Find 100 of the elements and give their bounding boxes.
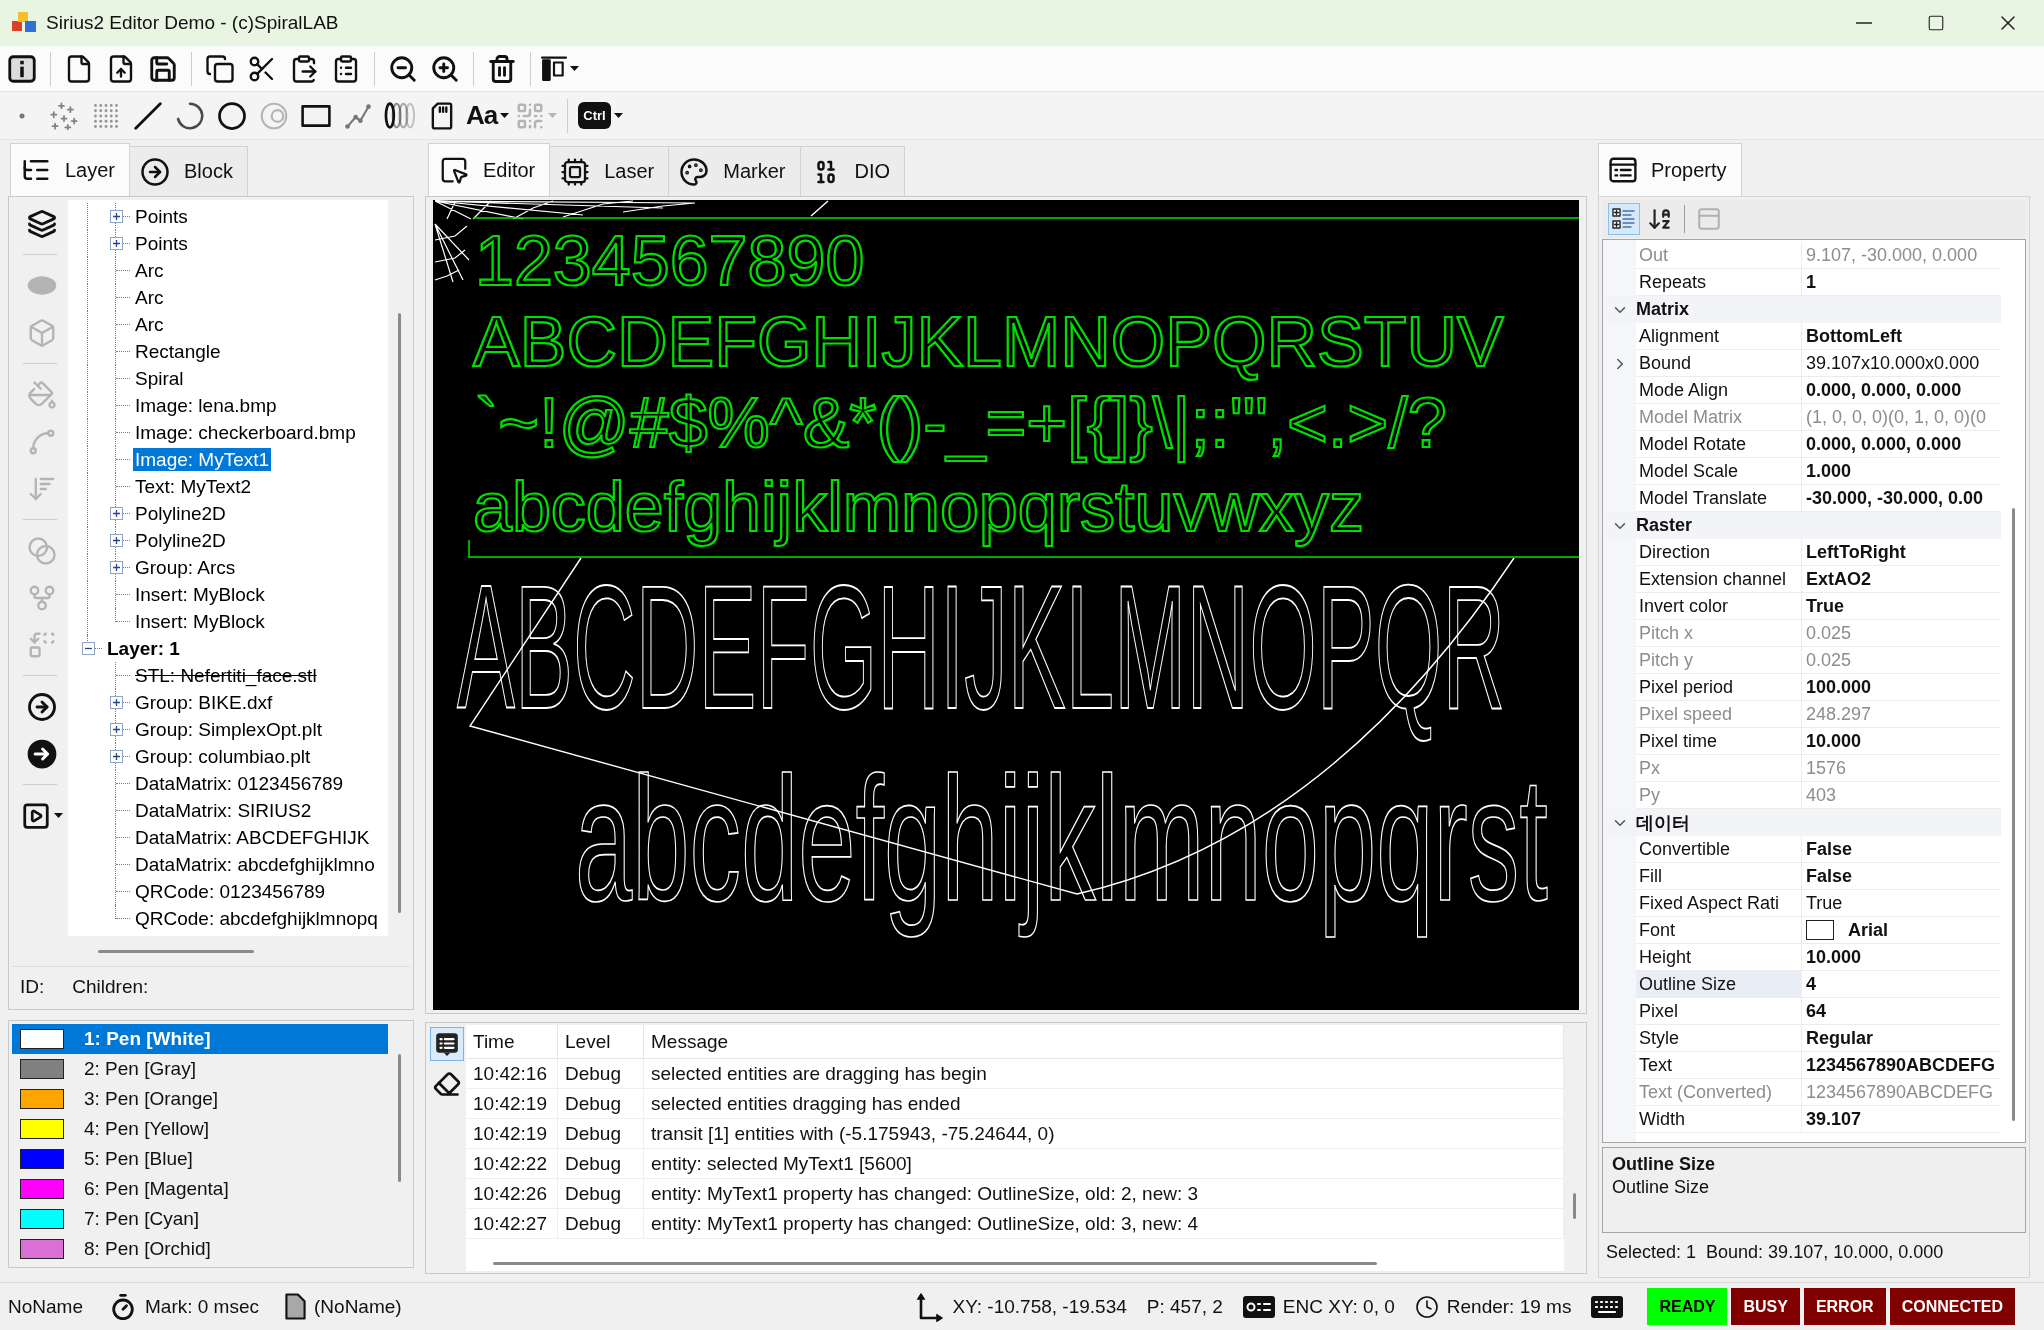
pen-list-item[interactable]: 7: Pen [Cyan] xyxy=(12,1204,388,1234)
property-value[interactable]: True xyxy=(1806,892,1843,914)
tree-item[interactable]: Points xyxy=(133,205,190,228)
tree-item[interactable]: Points xyxy=(133,232,190,255)
property-value[interactable]: -30.000, -30.000, 0.00 xyxy=(1806,487,1984,509)
property-value[interactable]: Arial xyxy=(1848,919,1889,941)
property-name: Text xyxy=(1636,1052,1802,1079)
categorized-view-button[interactable] xyxy=(1608,203,1640,235)
expand-icon[interactable] xyxy=(109,750,123,763)
expand-icon[interactable] xyxy=(109,507,123,520)
pen-list-item[interactable]: 2: Pen [Gray] xyxy=(12,1054,388,1084)
tree-item[interactable]: DataMatrix: abcdefghijklmno xyxy=(133,853,377,876)
axes-icon xyxy=(916,1291,945,1322)
tab[interactable]: Block xyxy=(129,146,248,196)
tree-item[interactable]: Group: Arcs xyxy=(133,556,238,579)
tab[interactable]: Editor xyxy=(428,143,551,196)
scrollbar-thumb[interactable] xyxy=(397,313,401,913)
property-value[interactable]: LeftToRight xyxy=(1806,541,1906,563)
tab[interactable]: Property xyxy=(1598,143,1742,196)
expand-icon[interactable] xyxy=(109,696,123,709)
pen-list-item[interactable]: 6: Pen [Magenta] xyxy=(12,1174,388,1204)
log-list-button[interactable] xyxy=(430,1027,464,1061)
property-value[interactable]: 4 xyxy=(1806,973,1816,995)
tree-item[interactable]: Group: columbiao.plt xyxy=(133,745,313,768)
column-header[interactable]: Time xyxy=(466,1025,558,1059)
table-cell: 10:42:26 xyxy=(466,1179,558,1209)
tree-item[interactable]: DataMatrix: ABCDEFGHIJK xyxy=(133,826,372,849)
property-value[interactable]: 39.107 xyxy=(1806,1108,1862,1130)
tree-item[interactable]: Polyline2D xyxy=(133,502,228,525)
clock-icon xyxy=(1414,1294,1439,1319)
ellipse-icon xyxy=(25,274,58,297)
pen-list-item[interactable]: 5: Pen [Blue] xyxy=(12,1144,388,1174)
property-value[interactable]: 0.000, 0.000, 0.000 xyxy=(1806,379,1962,401)
scrollbar-thumb[interactable] xyxy=(1572,1193,1576,1219)
property-name: Alignment xyxy=(1636,323,1802,350)
scrollbar-thumb[interactable] xyxy=(397,1054,401,1182)
property-value[interactable]: 1.000 xyxy=(1806,460,1852,482)
property-value[interactable]: BottomLeft xyxy=(1806,325,1902,347)
scrollbar-thumb[interactable] xyxy=(98,949,254,953)
tab[interactable]: Layer xyxy=(10,143,131,196)
expand-icon[interactable] xyxy=(109,723,123,736)
property-value[interactable]: False xyxy=(1806,865,1853,887)
pen-list-item[interactable]: 8: Pen [Orchid] xyxy=(12,1234,388,1264)
tree-item[interactable]: QRCode: abcdefghijklmnopq xyxy=(133,907,380,930)
trash-icon xyxy=(487,53,517,84)
property-value[interactable]: 10.000 xyxy=(1806,946,1862,968)
tree-item[interactable]: Group: SimplexOpt.plt xyxy=(133,718,324,741)
selection-info: Bound: 39.107, 10.000, 0.000 xyxy=(1706,1241,1944,1263)
property-value[interactable]: 39.107x10.000x0.000 xyxy=(1806,352,1980,374)
property-value[interactable]: True xyxy=(1806,595,1844,617)
tree-item[interactable]: DataMatrix: SIRIUS2 xyxy=(133,799,314,822)
tab[interactable]: DIO xyxy=(799,146,906,196)
pen-list-item[interactable]: 1: Pen [White] xyxy=(12,1024,388,1054)
pen-list-item[interactable]: 3: Pen [Orange] xyxy=(12,1084,388,1114)
tree-item[interactable]: Image: MyText1 xyxy=(133,448,272,471)
tree-item[interactable]: Image: lena.bmp xyxy=(133,394,279,417)
tree-item[interactable]: Insert: MyBlock xyxy=(133,610,267,633)
concentric-circles-icon xyxy=(260,101,288,130)
table-cell: Debug xyxy=(558,1209,644,1239)
tree-item[interactable]: Rectangle xyxy=(133,340,223,363)
column-header[interactable]: Message xyxy=(644,1025,1564,1059)
column-header[interactable]: Level xyxy=(558,1025,644,1059)
tree-item[interactable]: Text: MyText2 xyxy=(133,475,254,498)
expand-icon[interactable] xyxy=(109,561,123,574)
tree-item[interactable]: Layer: 1 xyxy=(105,637,182,660)
property-value[interactable]: 0.000, 0.000, 0.000 xyxy=(1806,433,1962,455)
status-text: Render: 19 ms xyxy=(1446,1295,1572,1318)
property-value[interactable]: 64 xyxy=(1806,1000,1827,1022)
collapse-icon[interactable] xyxy=(81,642,95,655)
property-value: 403 xyxy=(1806,784,1837,806)
tree-item[interactable]: QRCode: 0123456789 xyxy=(133,880,328,903)
table-cell: selected entities are dragging has begin xyxy=(644,1059,1564,1089)
tree-item[interactable]: Spiral xyxy=(133,367,186,390)
tree-item[interactable]: Arc xyxy=(133,286,166,309)
expand-icon[interactable] xyxy=(109,534,123,547)
property-value[interactable]: False xyxy=(1806,838,1853,860)
property-value[interactable]: ExtAO2 xyxy=(1806,568,1872,590)
tree-item[interactable]: Insert: MyBlock xyxy=(133,583,267,606)
property-value[interactable]: Regular xyxy=(1806,1027,1874,1049)
ctrl-key-button[interactable]: Ctrl xyxy=(575,95,626,136)
property-value[interactable]: 1 xyxy=(1806,271,1816,293)
property-value[interactable]: 1234567890ABCDEFG xyxy=(1806,1054,1996,1076)
tree-item[interactable]: Arc xyxy=(133,259,166,282)
tab[interactable]: Laser xyxy=(549,146,670,196)
expand-icon[interactable] xyxy=(109,210,123,223)
scrollbar-thumb[interactable] xyxy=(2011,508,2015,1121)
pen-list-item[interactable]: 4: Pen [Yellow] xyxy=(12,1114,388,1144)
scrollbar-thumb[interactable] xyxy=(493,1261,1377,1265)
tree-item[interactable]: Group: BIKE.dxf xyxy=(133,691,275,714)
text-button[interactable]: Aa xyxy=(463,95,513,136)
property-value[interactable]: 100.000 xyxy=(1806,676,1872,698)
zoom-out-icon xyxy=(388,53,418,84)
tree-item[interactable]: Arc xyxy=(133,313,166,336)
table-cell: 10:42:19 xyxy=(466,1089,558,1119)
tree-item[interactable]: Image: checkerboard.bmp xyxy=(133,421,358,444)
tab[interactable]: Marker xyxy=(668,146,801,196)
tree-item[interactable]: Polyline2D xyxy=(133,529,228,552)
tree-item[interactable]: DataMatrix: 0123456789 xyxy=(133,772,346,795)
expand-icon[interactable] xyxy=(109,237,123,250)
property-value[interactable]: 10.000 xyxy=(1806,730,1862,752)
